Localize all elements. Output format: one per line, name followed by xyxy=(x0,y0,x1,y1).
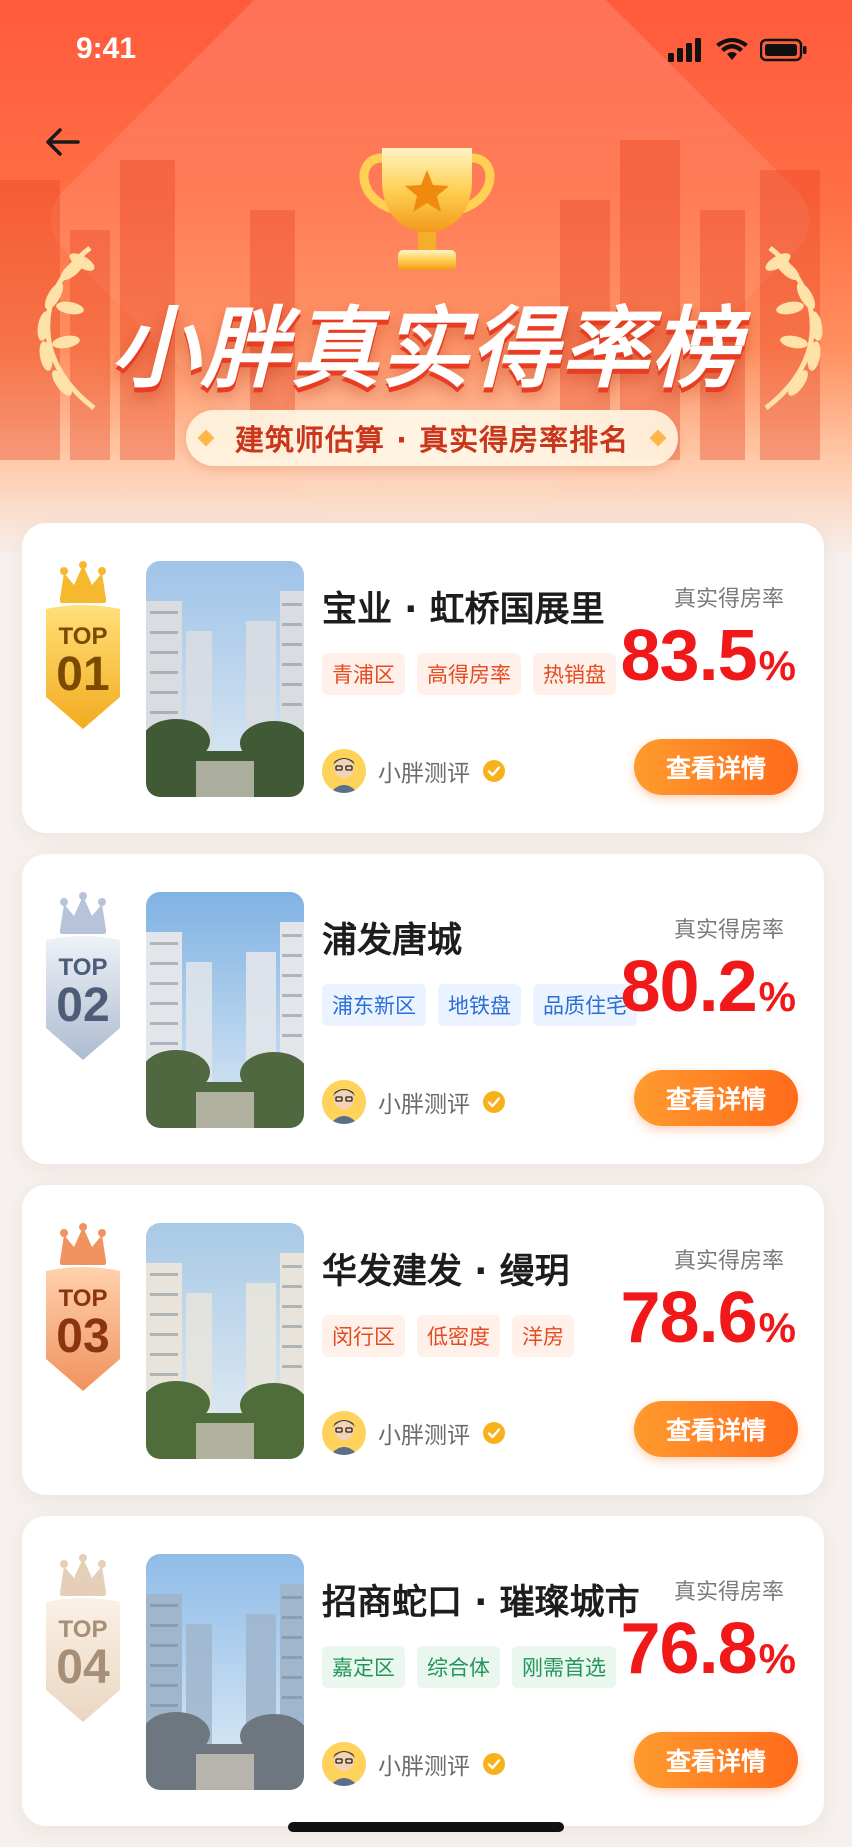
rank-number: 03 xyxy=(56,1310,110,1363)
author-name: 小胖测评 xyxy=(378,1092,470,1118)
battery-icon xyxy=(760,38,807,62)
avatar xyxy=(322,1411,366,1455)
author: 小胖测评 xyxy=(322,749,506,793)
rank-number: 02 xyxy=(56,979,110,1032)
crown-icon xyxy=(60,892,106,934)
rank-badge: TOP 03 xyxy=(40,1223,126,1393)
property-tag: 闵行区 xyxy=(322,1315,405,1357)
hero-banner: 9:41 小胖真实得率榜 建筑师估算 · 真实得房率排名 xyxy=(0,0,852,560)
rate-number: 78.6 xyxy=(620,1278,758,1358)
rate-value: 83.5 % xyxy=(621,615,797,697)
rank-number: 04 xyxy=(56,1641,110,1694)
property-tag: 热销盘 xyxy=(533,653,616,695)
property-tag: 青浦区 xyxy=(322,653,405,695)
rate-label: 真实得房率 xyxy=(673,587,784,612)
property-name[interactable]: 宝业 · 虹桥国展里 xyxy=(322,581,605,632)
wifi-icon xyxy=(716,38,748,60)
property-photo[interactable] xyxy=(146,561,304,797)
author: 小胖测评 xyxy=(322,1742,506,1786)
subtitle-banner: 建筑师估算 · 真实得房率排名 xyxy=(186,410,678,466)
tag-list: 浦东新区 地铁盘 品质住宅 xyxy=(322,984,637,1026)
property-tag: 低密度 xyxy=(417,1315,500,1357)
rate-value: 78.6 % xyxy=(621,1277,797,1359)
author-name: 小胖测评 xyxy=(378,1423,470,1449)
rate-unit: % xyxy=(758,642,796,689)
rate-number: 83.5 xyxy=(620,616,758,696)
property-photo[interactable] xyxy=(146,1223,304,1459)
verified-icon xyxy=(483,1753,505,1775)
author-name: 小胖测评 xyxy=(378,761,470,787)
crown-icon xyxy=(60,1223,106,1265)
status-bar: 9:41 xyxy=(0,0,852,110)
tag-list: 闵行区 低密度 洋房 xyxy=(322,1315,574,1357)
status-time: 9:41 xyxy=(76,32,137,65)
verified-icon xyxy=(483,760,505,782)
rate-label: 真实得房率 xyxy=(673,1580,784,1605)
property-tag: 综合体 xyxy=(417,1646,500,1688)
page-subtitle: 建筑师估算 · 真实得房率排名 xyxy=(234,423,630,457)
rate-label: 真实得房率 xyxy=(673,1249,784,1274)
property-name[interactable]: 浦发唐城 xyxy=(322,912,462,963)
ranking-card[interactable]: TOP 04 招商蛇口 · 璀璨城市 嘉定区 综合体 刚需首选 小胖测评 真实得… xyxy=(22,1516,824,1826)
view-detail-button[interactable]: 查看详情 xyxy=(634,739,798,795)
verified-icon xyxy=(483,1091,505,1113)
ranking-card[interactable]: TOP 01 宝业 · 虹桥国展里 青浦区 高得房率 热销盘 小胖测评 真实得房… xyxy=(22,523,824,833)
back-arrow-icon xyxy=(46,128,80,156)
tag-list: 嘉定区 综合体 刚需首选 xyxy=(322,1646,616,1688)
view-detail-button[interactable]: 查看详情 xyxy=(634,1732,798,1788)
property-tag: 刚需首选 xyxy=(512,1646,616,1688)
home-indicator xyxy=(288,1822,564,1832)
property-tag: 地铁盘 xyxy=(438,984,521,1026)
rate-unit: % xyxy=(758,1304,796,1351)
verified-icon xyxy=(483,1422,505,1444)
view-detail-button[interactable]: 查看详情 xyxy=(634,1401,798,1457)
rate-number: 80.2 xyxy=(620,947,758,1027)
crown-icon xyxy=(60,1554,106,1596)
avatar xyxy=(322,1080,366,1124)
avatar xyxy=(322,749,366,793)
rate-value: 80.2 % xyxy=(621,946,797,1028)
view-detail-button[interactable]: 查看详情 xyxy=(634,1070,798,1126)
property-name[interactable]: 招商蛇口 · 璀璨城市 xyxy=(322,1574,640,1625)
property-name[interactable]: 华发建发 · 缦玥 xyxy=(322,1243,570,1294)
crown-icon xyxy=(60,561,106,603)
rank-number: 01 xyxy=(56,648,110,701)
rank-badge: TOP 04 xyxy=(40,1554,126,1724)
author-name: 小胖测评 xyxy=(378,1754,470,1780)
rate-number: 76.8 xyxy=(620,1609,758,1689)
ranking-card[interactable]: TOP 02 浦发唐城 浦东新区 地铁盘 品质住宅 小胖测评 真实得房率 80.… xyxy=(22,854,824,1164)
author: 小胖测评 xyxy=(322,1411,506,1455)
avatar xyxy=(322,1742,366,1786)
property-tag: 洋房 xyxy=(512,1315,574,1357)
status-icons xyxy=(668,38,808,62)
ranking-card[interactable]: TOP 03 华发建发 · 缦玥 闵行区 低密度 洋房 小胖测评 真实得房率 7… xyxy=(22,1185,824,1495)
tag-list: 青浦区 高得房率 热销盘 xyxy=(322,653,616,695)
property-tag: 浦东新区 xyxy=(322,984,426,1026)
page-title: 小胖真实得率榜 xyxy=(110,297,741,400)
back-button[interactable] xyxy=(32,118,92,166)
author: 小胖测评 xyxy=(322,1080,506,1124)
rate-value: 76.8 % xyxy=(621,1608,797,1690)
property-photo[interactable] xyxy=(146,1554,304,1790)
rank-badge: TOP 02 xyxy=(40,892,126,1062)
property-tag: 嘉定区 xyxy=(322,1646,405,1688)
property-tag: 高得房率 xyxy=(417,653,521,695)
trophy-icon xyxy=(359,148,495,270)
signal-icon xyxy=(668,38,701,62)
rate-label: 真实得房率 xyxy=(673,918,784,943)
property-photo[interactable] xyxy=(146,892,304,1128)
rank-badge: TOP 01 xyxy=(40,561,126,731)
rate-unit: % xyxy=(758,1635,796,1682)
rate-unit: % xyxy=(758,973,796,1020)
